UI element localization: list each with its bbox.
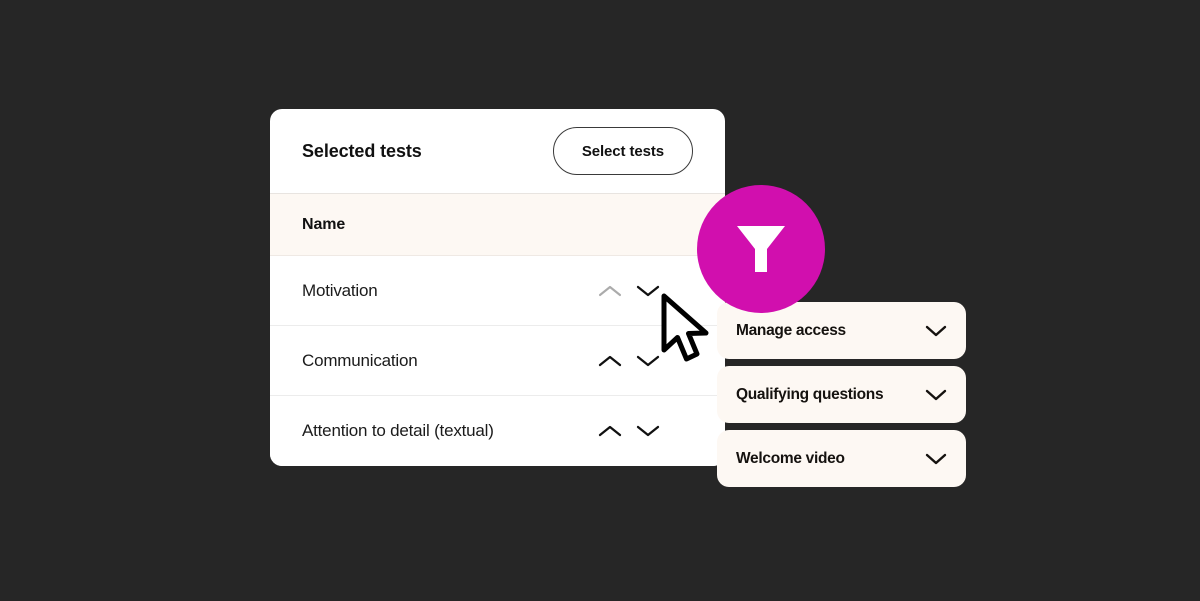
table-row[interactable]: Attention to detail (textual) xyxy=(270,396,725,466)
move-down-button[interactable] xyxy=(635,348,661,374)
move-down-button[interactable] xyxy=(635,278,661,304)
accordion-label: Welcome video xyxy=(736,449,845,467)
table-row[interactable]: Motivation xyxy=(270,256,725,326)
accordion-label: Qualifying questions xyxy=(736,385,884,403)
selected-tests-card: Selected tests Select tests Name Motivat… xyxy=(270,109,725,466)
move-up-button[interactable] xyxy=(597,418,623,444)
accordion-item-welcome-video[interactable]: Welcome video xyxy=(717,430,966,487)
card-header: Selected tests Select tests xyxy=(270,109,725,193)
chevron-down-icon xyxy=(925,448,947,470)
test-name-label: Attention to detail (textual) xyxy=(302,421,494,440)
row-reorder-actions xyxy=(597,348,661,374)
filter-badge[interactable] xyxy=(697,185,825,313)
table-header-row: Name xyxy=(270,193,725,256)
table-row[interactable]: Communication xyxy=(270,326,725,396)
move-down-button[interactable] xyxy=(635,418,661,444)
chevron-up-icon xyxy=(598,285,622,296)
page-title: Selected tests xyxy=(302,140,422,161)
test-name-label: Motivation xyxy=(302,280,378,300)
select-tests-button[interactable]: Select tests xyxy=(552,127,693,175)
chevron-up-icon xyxy=(598,355,622,366)
chevron-down-icon xyxy=(636,355,660,366)
row-reorder-actions xyxy=(597,278,661,304)
row-reorder-actions xyxy=(597,418,661,444)
chevron-up-icon xyxy=(598,425,622,437)
chevron-down-icon xyxy=(925,320,947,342)
accordion-item-qualifying-questions[interactable]: Qualifying questions xyxy=(717,366,966,423)
move-up-button[interactable] xyxy=(597,348,623,374)
column-header-name: Name xyxy=(302,215,346,233)
move-up-button xyxy=(597,278,623,304)
chevron-down-icon xyxy=(636,425,660,437)
funnel-filter-icon xyxy=(737,226,785,272)
chevron-down-icon xyxy=(636,285,660,296)
accordion-label: Manage access xyxy=(736,321,846,339)
test-name-label: Communication xyxy=(302,350,418,370)
accordion-panel-list: Manage access Qualifying questions Welco… xyxy=(717,302,966,487)
chevron-down-icon xyxy=(925,384,947,406)
